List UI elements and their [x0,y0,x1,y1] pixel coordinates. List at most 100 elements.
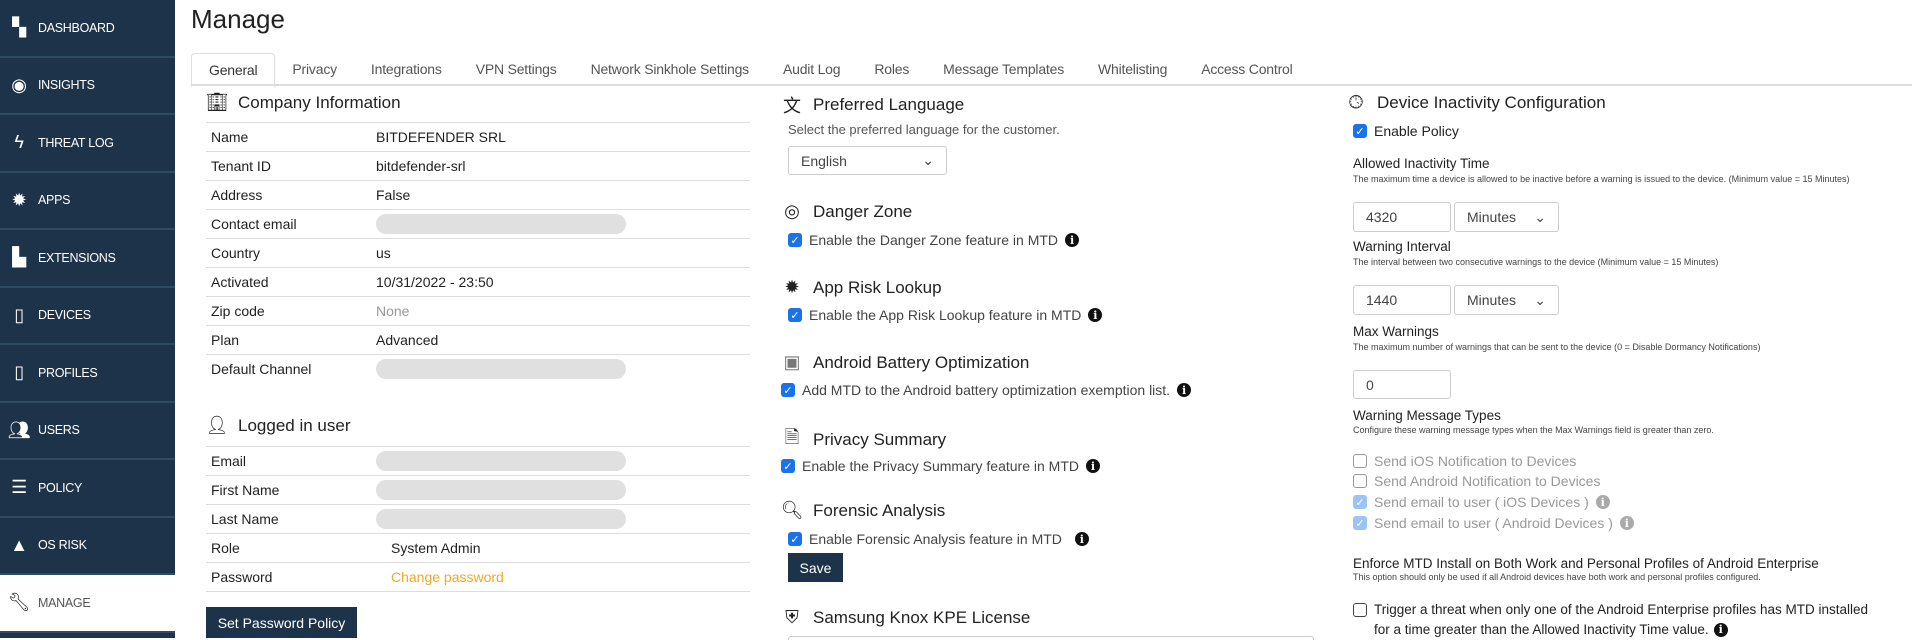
privacy-summary-checkbox[interactable]: ✓ [781,459,795,473]
danger-zone-checkbox[interactable]: ✓ [788,233,802,247]
chevron-down-icon: ⌄ [922,152,934,168]
user-icon: 👤︎ [205,415,229,435]
sidebar-item-extensions[interactable]: ▙ EXTENSIONS [0,230,175,288]
chevron-down-icon: ⌄ [1534,208,1546,225]
save-button[interactable]: Save [788,553,843,582]
sidebar-item-devices[interactable]: ▯ DEVICES [0,288,175,345]
battery-heading: ▣ Android Battery Optimization [781,352,1029,373]
row-value: bitdefender-srl [371,151,750,181]
sidebar-item-insights[interactable]: ◉ INSIGHTS [0,58,175,115]
forensic-option[interactable]: ✓ Enable Forensic Analysis feature in MTD… [788,531,1089,547]
phone-gear-icon: ▯ [14,362,24,383]
table-row: Name BITDEFENDER SRL [206,122,750,152]
ios-email-checkbox[interactable]: ✓ [1353,495,1367,509]
tab-bar: General Privacy Integrations VPN Setting… [191,53,1912,88]
android-email-option[interactable]: ✓ Send email to user ( Android Devices ) i [1353,515,1634,531]
message-types-desc: Configure these warning message types wh… [1353,425,1714,435]
enable-policy-checkbox[interactable]: ✓ [1353,124,1367,138]
row-value-text: us [376,245,391,261]
ios-email-option[interactable]: ✓ Send email to user ( iOS Devices ) i [1353,494,1610,510]
row-value: None [371,296,750,326]
forensic-checkbox[interactable]: ✓ [788,532,802,546]
info-icon[interactable]: i [1619,516,1634,530]
battery-checkbox[interactable]: ✓ [781,383,795,397]
interval-unit-select[interactable]: Minutes ⌄ [1454,285,1559,315]
tab-message-templates[interactable]: Message Templates [926,53,1081,86]
max-warnings-input[interactable]: 0 [1353,370,1451,399]
sidebar-item-profiles[interactable]: ▯ PROFILES [0,345,175,403]
tab-roles[interactable]: Roles [857,53,926,86]
row-label: Address [206,180,371,210]
table-row: Plan Advanced [206,325,750,355]
row-value: Advanced [371,325,750,355]
row-value-text: System Admin [391,540,481,556]
info-icon[interactable]: i [1713,623,1728,637]
company-table: Name BITDEFENDER SRL Tenant ID bitdefender-… [206,122,750,384]
info-icon[interactable]: i [1074,532,1089,546]
user-table: Email First Name Last Name Role System Admin… [206,446,750,592]
privacy-summary-option[interactable]: ✓ Enable the Privacy Summary feature in M… [781,458,1100,474]
radar-icon: ◎ [784,201,800,221]
sidebar-item-manage[interactable]: 🔧︎ MANAGE [0,575,175,633]
info-icon[interactable]: i [1065,233,1080,247]
sidebar-item-threat-log[interactable]: ϟ THREAT LOG [0,115,175,173]
danger-zone-heading: ◎ Danger Zone [781,201,912,222]
tab-privacy[interactable]: Privacy [275,53,354,86]
trigger-threat-checkbox[interactable] [1353,603,1367,617]
ios-notification-option[interactable]: Send iOS Notification to Devices [1353,453,1576,469]
row-value-text: BITDEFENDER SRL [376,129,506,145]
sidebar-item-apps[interactable]: ✹ APPS [0,173,175,230]
knox-license-field[interactable] [788,636,1314,640]
tab-whitelisting[interactable]: Whitelisting [1081,53,1184,86]
warning-icon: ▲ [10,534,28,555]
tab-access-control[interactable]: Access Control [1184,53,1309,86]
row-value [371,475,750,505]
interval-input[interactable]: 1440 [1353,285,1451,315]
enable-policy-option[interactable]: ✓ Enable Policy [1353,123,1459,139]
set-password-policy-button[interactable]: Set Password Policy [206,607,357,638]
row-label: Email [206,446,371,476]
allowed-time-unit-select[interactable]: Minutes ⌄ [1454,202,1559,232]
android-notification-checkbox[interactable] [1353,474,1367,488]
sidebar-item-policy[interactable]: ☰ POLICY [0,460,175,518]
allowed-time-input[interactable]: 4320 [1353,202,1451,232]
android-email-checkbox[interactable]: ✓ [1353,516,1367,530]
android-notification-option[interactable]: Send Android Notification to Devices [1353,473,1600,489]
row-value: us [371,238,750,268]
app-risk-checkbox[interactable]: ✓ [788,308,802,322]
app-risk-option[interactable]: ✓ Enable the App Risk Lookup feature in M… [788,307,1103,323]
clock-icon: 🕓︎ [1348,92,1364,112]
tab-general[interactable]: General [191,53,276,88]
ios-notification-checkbox[interactable] [1353,454,1367,468]
redacted-value [376,480,626,500]
info-icon[interactable]: i [1086,459,1100,473]
sidebar-item-users[interactable]: 👥︎ USERS [0,403,175,460]
row-value [371,504,750,534]
info-icon[interactable]: i [1595,495,1610,509]
table-row: Role System Admin [206,533,750,563]
sidebar-item-os-risk[interactable]: ▲ OS RISK [0,518,175,575]
battery-option[interactable]: ✓ Add MTD to the Android battery optimiza… [781,382,1192,398]
tab-vpn-settings[interactable]: VPN Settings [459,53,574,86]
danger-zone-option[interactable]: ✓ Enable the Danger Zone feature in MTD i [788,232,1080,248]
row-label: Default Channel [206,354,371,384]
building-icon: 🏢︎ [205,92,229,112]
info-icon[interactable]: i [1088,308,1103,322]
tab-network-sinkhole[interactable]: Network Sinkhole Settings [574,53,766,86]
row-label: Country [206,238,371,268]
tab-audit-log[interactable]: Audit Log [766,53,857,86]
redacted-value [376,359,626,380]
language-heading: 文 Preferred Language [781,92,964,118]
chevron-down-icon: ⌄ [1534,291,1546,308]
trigger-threat-option[interactable]: Trigger a threat when only one of the An… [1353,600,1868,640]
language-select[interactable]: English ⌄ [788,146,947,175]
language-desc: Select the preferred language for the cu… [788,122,1060,137]
change-password-link[interactable]: Change password [376,569,504,585]
tab-integrations[interactable]: Integrations [354,53,459,86]
info-icon[interactable]: i [1177,383,1192,397]
sidebar-item-dashboard[interactable]: ▚ DASHBOARD [0,0,175,58]
translate-icon: 文 [783,96,801,116]
row-label: Contact email [206,209,371,239]
eye-icon: ◉ [11,74,27,95]
allowed-time-label: Allowed Inactivity Time [1353,156,1490,171]
